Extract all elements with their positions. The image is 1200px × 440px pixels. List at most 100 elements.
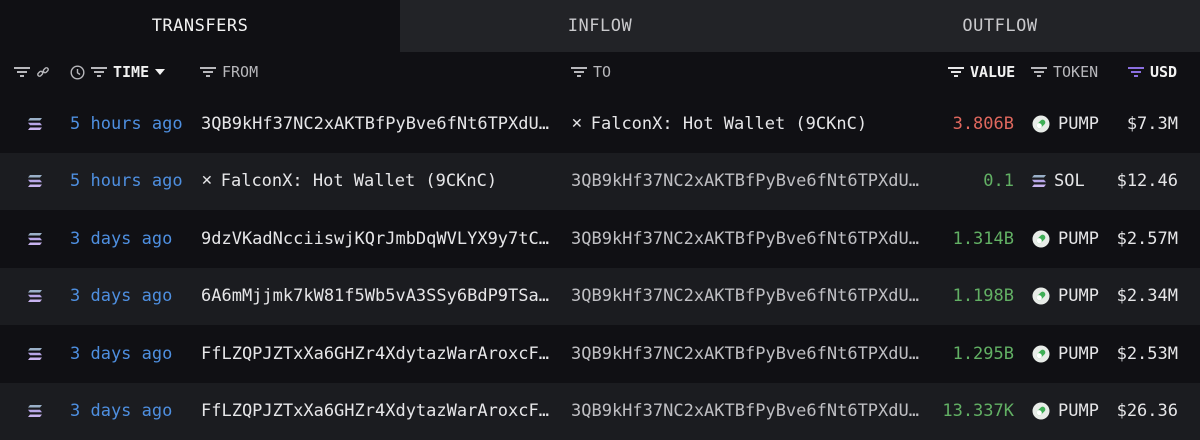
solana-chain-icon bbox=[28, 325, 44, 383]
from-filter-icon[interactable] bbox=[200, 66, 216, 78]
from-entity[interactable]: ✕ FalconX: Hot Wallet (9CKnC) bbox=[201, 153, 553, 211]
table-row[interactable]: 3 days ago FfLZQPJZTxXa6GHZr4XdytazWarAr… bbox=[0, 383, 1200, 440]
token-filter-icon[interactable] bbox=[1031, 66, 1047, 78]
time-filter-icon[interactable] bbox=[91, 66, 107, 78]
clock-icon[interactable] bbox=[70, 65, 85, 80]
to-address[interactable]: 3QB9kHf37NC2xAKTBfPyBve6fNt6TPXdU… bbox=[571, 383, 927, 440]
token-cell[interactable]: SOL bbox=[1032, 153, 1085, 211]
token-symbol: PUMP bbox=[1058, 229, 1099, 249]
tab-inflow-label: INFLOW bbox=[568, 16, 632, 36]
to-filter-icon[interactable] bbox=[571, 66, 587, 78]
from-address[interactable]: FfLZQPJZTxXa6GHZr4XdytazWarAroxcF… bbox=[201, 325, 553, 383]
tab-bar: TRANSFERS INFLOW OUTFLOW bbox=[0, 0, 1200, 52]
value-filter-icon[interactable] bbox=[948, 66, 964, 78]
to-address-text: 3QB9kHf37NC2xAKTBfPyBve6fNt6TPXdU… bbox=[571, 171, 919, 191]
value-cell: 1.314B bbox=[953, 210, 1014, 268]
usd-column-header[interactable]: USD bbox=[1128, 52, 1177, 92]
value-cell: 13.337K bbox=[942, 383, 1014, 440]
usd-filter-icon[interactable] bbox=[1128, 66, 1144, 78]
table-row[interactable]: 3 days ago 6A6mMjjmk7kW81f5Wb5vA3SSy6BdP… bbox=[0, 268, 1200, 326]
value-cell: 0.1 bbox=[983, 153, 1014, 211]
falconx-icon: ✕ bbox=[571, 116, 583, 132]
usd-cell: $2.53M bbox=[1117, 325, 1178, 383]
value-cell: 1.198B bbox=[953, 268, 1014, 326]
sol-token-icon bbox=[1032, 175, 1046, 187]
time-cell[interactable]: 3 days ago bbox=[70, 268, 172, 326]
token-cell[interactable]: PUMP bbox=[1032, 268, 1099, 326]
token-symbol: PUMP bbox=[1058, 286, 1099, 306]
to-address[interactable]: 3QB9kHf37NC2xAKTBfPyBve6fNt6TPXdU… bbox=[571, 268, 927, 326]
from-entity-text: FalconX: Hot Wallet (9CKnC) bbox=[221, 171, 497, 191]
token-cell[interactable]: PUMP bbox=[1032, 383, 1099, 440]
table-row[interactable]: 5 hours ago ✕ FalconX: Hot Wallet (9CKnC… bbox=[0, 153, 1200, 211]
token-column-label: TOKEN bbox=[1053, 63, 1098, 81]
sort-caret-icon[interactable] bbox=[155, 69, 165, 75]
tab-transfers[interactable]: TRANSFERS bbox=[0, 0, 400, 52]
solana-chain-icon bbox=[28, 153, 44, 211]
value-column-header[interactable]: VALUE bbox=[948, 52, 1015, 92]
to-address[interactable]: 3QB9kHf37NC2xAKTBfPyBve6fNt6TPXdU… bbox=[571, 325, 927, 383]
filter-icon[interactable] bbox=[14, 66, 30, 78]
solana-chain-icon bbox=[28, 383, 44, 440]
tab-outflow-label: OUTFLOW bbox=[962, 16, 1037, 36]
token-cell[interactable]: PUMP bbox=[1032, 325, 1099, 383]
table-header: TIME FROM TO VALUE TOKEN USD bbox=[0, 52, 1200, 92]
usd-cell: $26.36 bbox=[1117, 383, 1178, 440]
usd-column-label: USD bbox=[1150, 63, 1177, 81]
solana-chain-icon bbox=[28, 95, 44, 153]
pump-token-icon bbox=[1032, 115, 1050, 133]
pump-token-icon bbox=[1032, 345, 1050, 363]
from-column-header[interactable]: FROM bbox=[200, 52, 258, 92]
from-address[interactable]: 9dzVKadNcciiswjKQrJmbDqWVLYX9y7tC… bbox=[201, 210, 553, 268]
table-row[interactable]: 3 days ago 9dzVKadNcciiswjKQrJmbDqWVLYX9… bbox=[0, 210, 1200, 268]
tab-outflow[interactable]: OUTFLOW bbox=[800, 0, 1200, 52]
to-address[interactable]: 3QB9kHf37NC2xAKTBfPyBve6fNt6TPXdU… bbox=[571, 153, 927, 211]
from-address-text: FfLZQPJZTxXa6GHZr4XdytazWarAroxcF… bbox=[201, 344, 549, 364]
from-address[interactable]: FfLZQPJZTxXa6GHZr4XdytazWarAroxcF… bbox=[201, 383, 553, 440]
token-symbol: PUMP bbox=[1058, 344, 1099, 364]
from-column-label: FROM bbox=[222, 63, 258, 81]
time-column-header[interactable]: TIME bbox=[70, 52, 165, 92]
time-cell[interactable]: 5 hours ago bbox=[70, 95, 183, 153]
time-column-label: TIME bbox=[113, 63, 149, 81]
from-address-text: 3QB9kHf37NC2xAKTBfPyBve6fNt6TPXdU… bbox=[201, 114, 549, 134]
to-address-text: 3QB9kHf37NC2xAKTBfPyBve6fNt6TPXdU… bbox=[571, 344, 919, 364]
token-symbol: SOL bbox=[1054, 171, 1085, 191]
to-address-text: 3QB9kHf37NC2xAKTBfPyBve6fNt6TPXdU… bbox=[571, 401, 919, 421]
chain-column-header bbox=[14, 52, 50, 92]
falconx-icon: ✕ bbox=[201, 173, 213, 189]
to-address-text: 3QB9kHf37NC2xAKTBfPyBve6fNt6TPXdU… bbox=[571, 286, 919, 306]
value-cell: 3.806B bbox=[953, 95, 1014, 153]
usd-cell: $7.3M bbox=[1127, 95, 1178, 153]
from-address-text: FfLZQPJZTxXa6GHZr4XdytazWarAroxcF… bbox=[201, 401, 549, 421]
token-cell[interactable]: PUMP bbox=[1032, 210, 1099, 268]
from-address[interactable]: 6A6mMjjmk7kW81f5Wb5vA3SSy6BdP9TSa… bbox=[201, 268, 553, 326]
to-entity[interactable]: ✕ FalconX: Hot Wallet (9CKnC) bbox=[571, 95, 927, 153]
table-row[interactable]: 3 days ago FfLZQPJZTxXa6GHZr4XdytazWarAr… bbox=[0, 325, 1200, 383]
link-icon[interactable] bbox=[36, 65, 50, 79]
table-row[interactable]: 5 hours ago 3QB9kHf37NC2xAKTBfPyBve6fNt6… bbox=[0, 95, 1200, 153]
time-cell[interactable]: 3 days ago bbox=[70, 383, 172, 440]
to-address[interactable]: 3QB9kHf37NC2xAKTBfPyBve6fNt6TPXdU… bbox=[571, 210, 927, 268]
from-address[interactable]: 3QB9kHf37NC2xAKTBfPyBve6fNt6TPXdU… bbox=[201, 95, 553, 153]
solana-chain-icon bbox=[28, 268, 44, 326]
solana-chain-icon bbox=[28, 210, 44, 268]
usd-cell: $2.34M bbox=[1117, 268, 1178, 326]
pump-token-icon bbox=[1032, 230, 1050, 248]
to-column-header[interactable]: TO bbox=[571, 52, 611, 92]
token-symbol: PUMP bbox=[1058, 401, 1099, 421]
pump-token-icon bbox=[1032, 287, 1050, 305]
value-column-label: VALUE bbox=[970, 63, 1015, 81]
time-cell[interactable]: 5 hours ago bbox=[70, 153, 183, 211]
token-column-header[interactable]: TOKEN bbox=[1031, 52, 1098, 92]
tab-transfers-label: TRANSFERS bbox=[152, 16, 249, 36]
to-address-text: 3QB9kHf37NC2xAKTBfPyBve6fNt6TPXdU… bbox=[571, 229, 919, 249]
token-cell[interactable]: PUMP bbox=[1032, 95, 1099, 153]
usd-cell: $2.57M bbox=[1117, 210, 1178, 268]
time-cell[interactable]: 3 days ago bbox=[70, 210, 172, 268]
pump-token-icon bbox=[1032, 402, 1050, 420]
transfers-table-body: 5 hours ago 3QB9kHf37NC2xAKTBfPyBve6fNt6… bbox=[0, 95, 1200, 440]
tab-inflow[interactable]: INFLOW bbox=[400, 0, 800, 52]
time-cell[interactable]: 3 days ago bbox=[70, 325, 172, 383]
to-column-label: TO bbox=[593, 63, 611, 81]
